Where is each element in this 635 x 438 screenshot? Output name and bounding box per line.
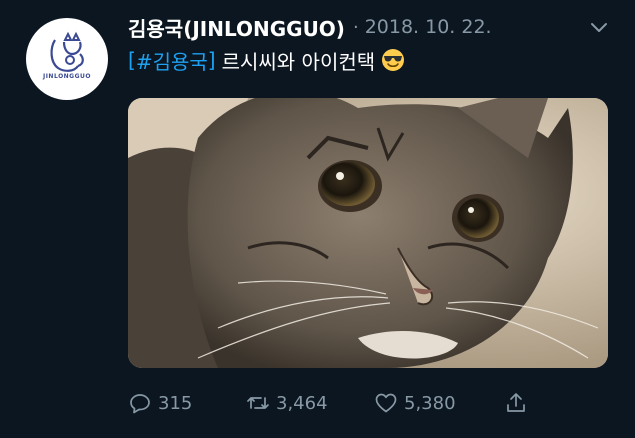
bracket-close: ] <box>207 48 216 72</box>
tweet-body-text: 르시씨와 아이컨택 <box>221 49 376 74</box>
tweet-header: 김용국(JINLONGGUO) · 2018. 10. 22. <box>128 12 492 42</box>
tweet[interactable]: JINLONGGUO 김용국(JINLONGGUO) · 2018. 10. 2… <box>0 0 635 438</box>
share-button[interactable] <box>504 391 534 415</box>
jinlongguo-logo-icon <box>50 31 84 72</box>
smiling-face-with-sunglasses-icon <box>382 49 405 71</box>
cat-photo[interactable] <box>128 98 608 368</box>
hashtag-link[interactable]: #김용국 <box>136 46 208 75</box>
like-button[interactable]: 5,380 <box>374 391 504 415</box>
avatar[interactable]: JINLONGGUO <box>26 18 108 100</box>
chevron-down-icon[interactable] <box>588 20 610 36</box>
share-icon <box>507 393 525 412</box>
bracket-open: [ <box>128 48 136 72</box>
like-count: 5,380 <box>404 392 456 414</box>
display-name[interactable]: 김용국(JINLONGGUO) <box>128 13 345 42</box>
retweet-count: 3,464 <box>276 392 328 414</box>
retweet-icon <box>247 397 269 409</box>
timestamp[interactable]: 2018. 10. 22. <box>365 16 492 38</box>
avatar-logo-text: JINLONGGUO <box>42 73 92 80</box>
tweet-text: [ #김용국 ] 르시씨와 아이컨택 <box>128 46 405 74</box>
retweet-button[interactable]: 3,464 <box>246 391 374 415</box>
cat-photo-image <box>128 98 608 368</box>
heart-icon <box>375 393 397 413</box>
tweet-actions: 315 3,464 5,380 <box>128 388 534 418</box>
separator-dot: · <box>352 16 359 38</box>
reply-icon <box>130 394 150 414</box>
reply-button[interactable]: 315 <box>128 391 246 415</box>
reply-count: 315 <box>158 392 193 414</box>
